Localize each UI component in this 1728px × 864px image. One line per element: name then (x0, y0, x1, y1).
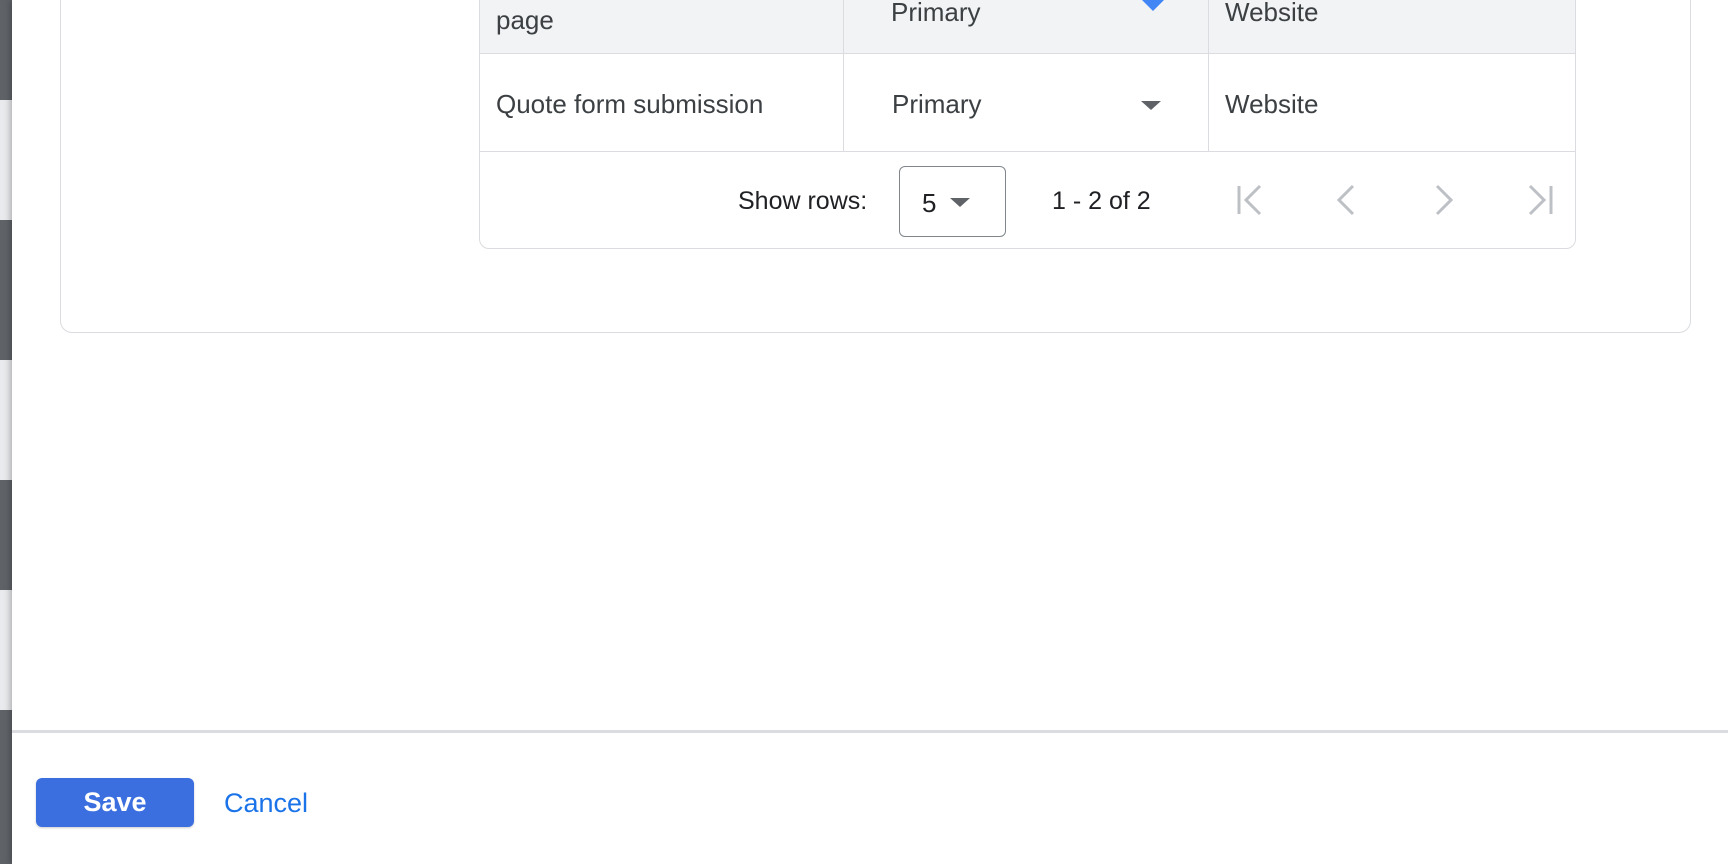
side-panel: page Primary Website Quote form submissi… (12, 0, 1728, 864)
conversion-action-name: Quote form submission (496, 89, 764, 119)
pagination-range: 1 - 2 of 2 (1052, 187, 1151, 215)
table-pagination: Show rows: 5 1 - 2 of 2 (480, 152, 1575, 248)
next-page-button[interactable] (1423, 180, 1463, 220)
first-page-button[interactable] (1230, 180, 1270, 220)
source-value: Website (1225, 89, 1319, 119)
background-panel-fragment (0, 590, 12, 710)
last-page-button[interactable] (1520, 180, 1560, 220)
optimization-select-value[interactable]: Primary (891, 0, 981, 28)
caret-down-icon[interactable] (1141, 0, 1165, 11)
background-page-edge (0, 0, 12, 864)
rows-per-page-value[interactable]: 5 (922, 188, 936, 219)
conversion-actions-table: page Primary Website Quote form submissi… (479, 0, 1576, 249)
optimization-select-value[interactable]: Primary (892, 89, 982, 120)
conversion-action-cell: page (480, 0, 844, 53)
chevron-right-icon[interactable] (1423, 180, 1463, 220)
first-page-icon[interactable] (1230, 180, 1270, 220)
panel-footer: Save Cancel (12, 730, 1728, 864)
source-cell: Website (1209, 54, 1575, 151)
save-button[interactable]: Save (36, 778, 194, 827)
background-panel-fragment (0, 360, 12, 480)
show-rows-label: Show rows: (738, 187, 868, 215)
rows-per-page-select[interactable]: 5 (899, 166, 1006, 237)
chevron-left-icon[interactable] (1327, 180, 1367, 220)
source-cell: Website (1209, 0, 1575, 53)
source-value: Website (1225, 0, 1319, 27)
caret-down-icon[interactable] (950, 198, 970, 207)
previous-page-button[interactable] (1327, 180, 1367, 220)
optimization-cell[interactable]: Primary (844, 54, 1209, 151)
last-page-icon[interactable] (1520, 180, 1560, 220)
background-panel-fragment (0, 100, 12, 220)
conversion-action-name: page (496, 5, 554, 35)
conversion-action-cell: Quote form submission (480, 54, 844, 151)
screen: page Primary Website Quote form submissi… (0, 0, 1728, 864)
table-row[interactable]: page Primary Website (480, 0, 1575, 54)
caret-down-icon[interactable] (1141, 101, 1161, 110)
table-row[interactable]: Quote form submission Primary Website (480, 54, 1575, 152)
optimization-cell[interactable]: Primary (844, 0, 1209, 53)
cancel-button[interactable]: Cancel (224, 788, 308, 819)
